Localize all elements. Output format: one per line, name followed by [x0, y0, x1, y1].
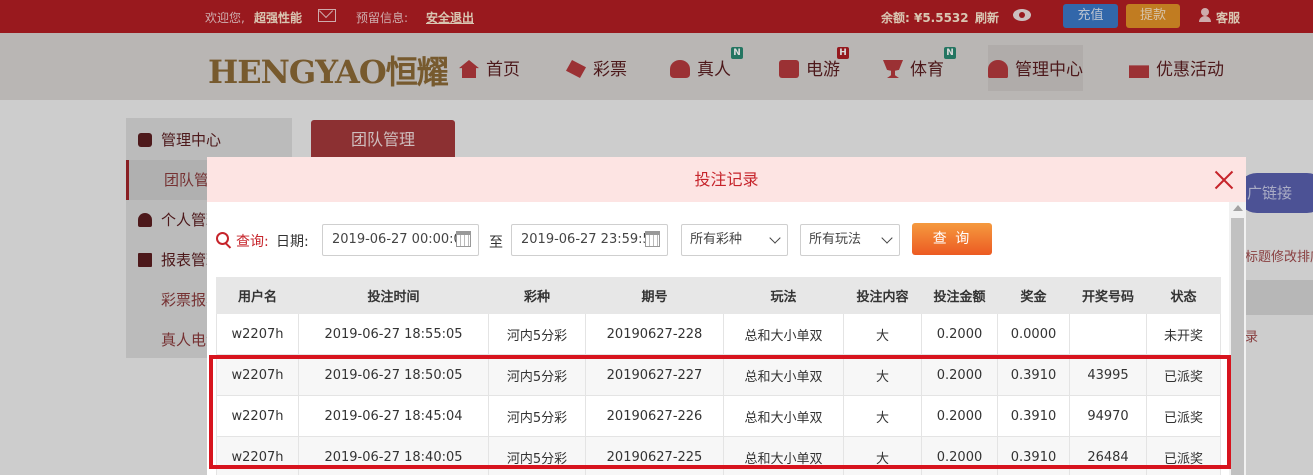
- column-header: 状态: [1146, 277, 1221, 314]
- table-row: w2207h 2019-06-27 18:55:05 河内5分彩 2019062…: [216, 313, 1221, 355]
- date-label: 日期:: [276, 234, 309, 250]
- query-button[interactable]: 查 询: [912, 223, 992, 255]
- column-header: 玩法: [723, 277, 844, 314]
- highlight-annotation-box: [209, 355, 1231, 469]
- calendar-icon[interactable]: [645, 231, 660, 247]
- modal-title: 投注记录: [694, 170, 759, 189]
- to-label: 至: [489, 235, 503, 251]
- column-header: 开奖号码: [1069, 277, 1147, 314]
- cell-draw-number: [1069, 313, 1147, 355]
- search-icon: [216, 232, 232, 248]
- select-value: 所有彩种: [690, 232, 743, 247]
- column-header: 期号: [585, 277, 724, 314]
- calendar-icon[interactable]: [456, 231, 471, 247]
- play-type-select[interactable]: 所有玩法: [800, 224, 900, 256]
- cell-issue: 20190627-228: [585, 313, 724, 355]
- column-header: 投注时间: [298, 277, 489, 314]
- column-header: 彩种: [488, 277, 586, 314]
- column-header: 用户名: [216, 277, 299, 314]
- close-icon[interactable]: [1213, 169, 1235, 191]
- cell-prize: 0.0000: [997, 313, 1070, 355]
- table-header-row: 用户名 投注时间 彩种 期号 玩法 投注内容 投注金额 奖金 开奖号码 状态: [216, 277, 1221, 314]
- select-value: 所有玩法: [809, 232, 862, 247]
- cell-amount: 0.2000: [921, 313, 998, 355]
- cell-content: 大: [843, 313, 922, 355]
- cell-username: w2207h: [216, 313, 299, 355]
- chevron-down-icon: [769, 232, 781, 244]
- query-label: 查询:: [236, 234, 269, 250]
- scrollbar-thumb[interactable]: [1231, 218, 1244, 475]
- cell-play: 总和大小单双: [723, 313, 844, 355]
- modal-header: 投注记录: [207, 157, 1246, 202]
- column-header: 投注内容: [843, 277, 922, 314]
- cell-lottery: 河内5分彩: [488, 313, 586, 355]
- scroll-up-arrow-icon[interactable]: [1233, 205, 1243, 211]
- lottery-type-select[interactable]: 所有彩种: [681, 224, 788, 256]
- chevron-down-icon: [881, 232, 893, 244]
- cell-bet-time: 2019-06-27 18:55:05: [298, 313, 489, 355]
- column-header: 奖金: [997, 277, 1070, 314]
- scrollbar[interactable]: [1229, 202, 1246, 475]
- cell-status: 未开奖: [1146, 313, 1221, 355]
- column-header: 投注金额: [921, 277, 998, 314]
